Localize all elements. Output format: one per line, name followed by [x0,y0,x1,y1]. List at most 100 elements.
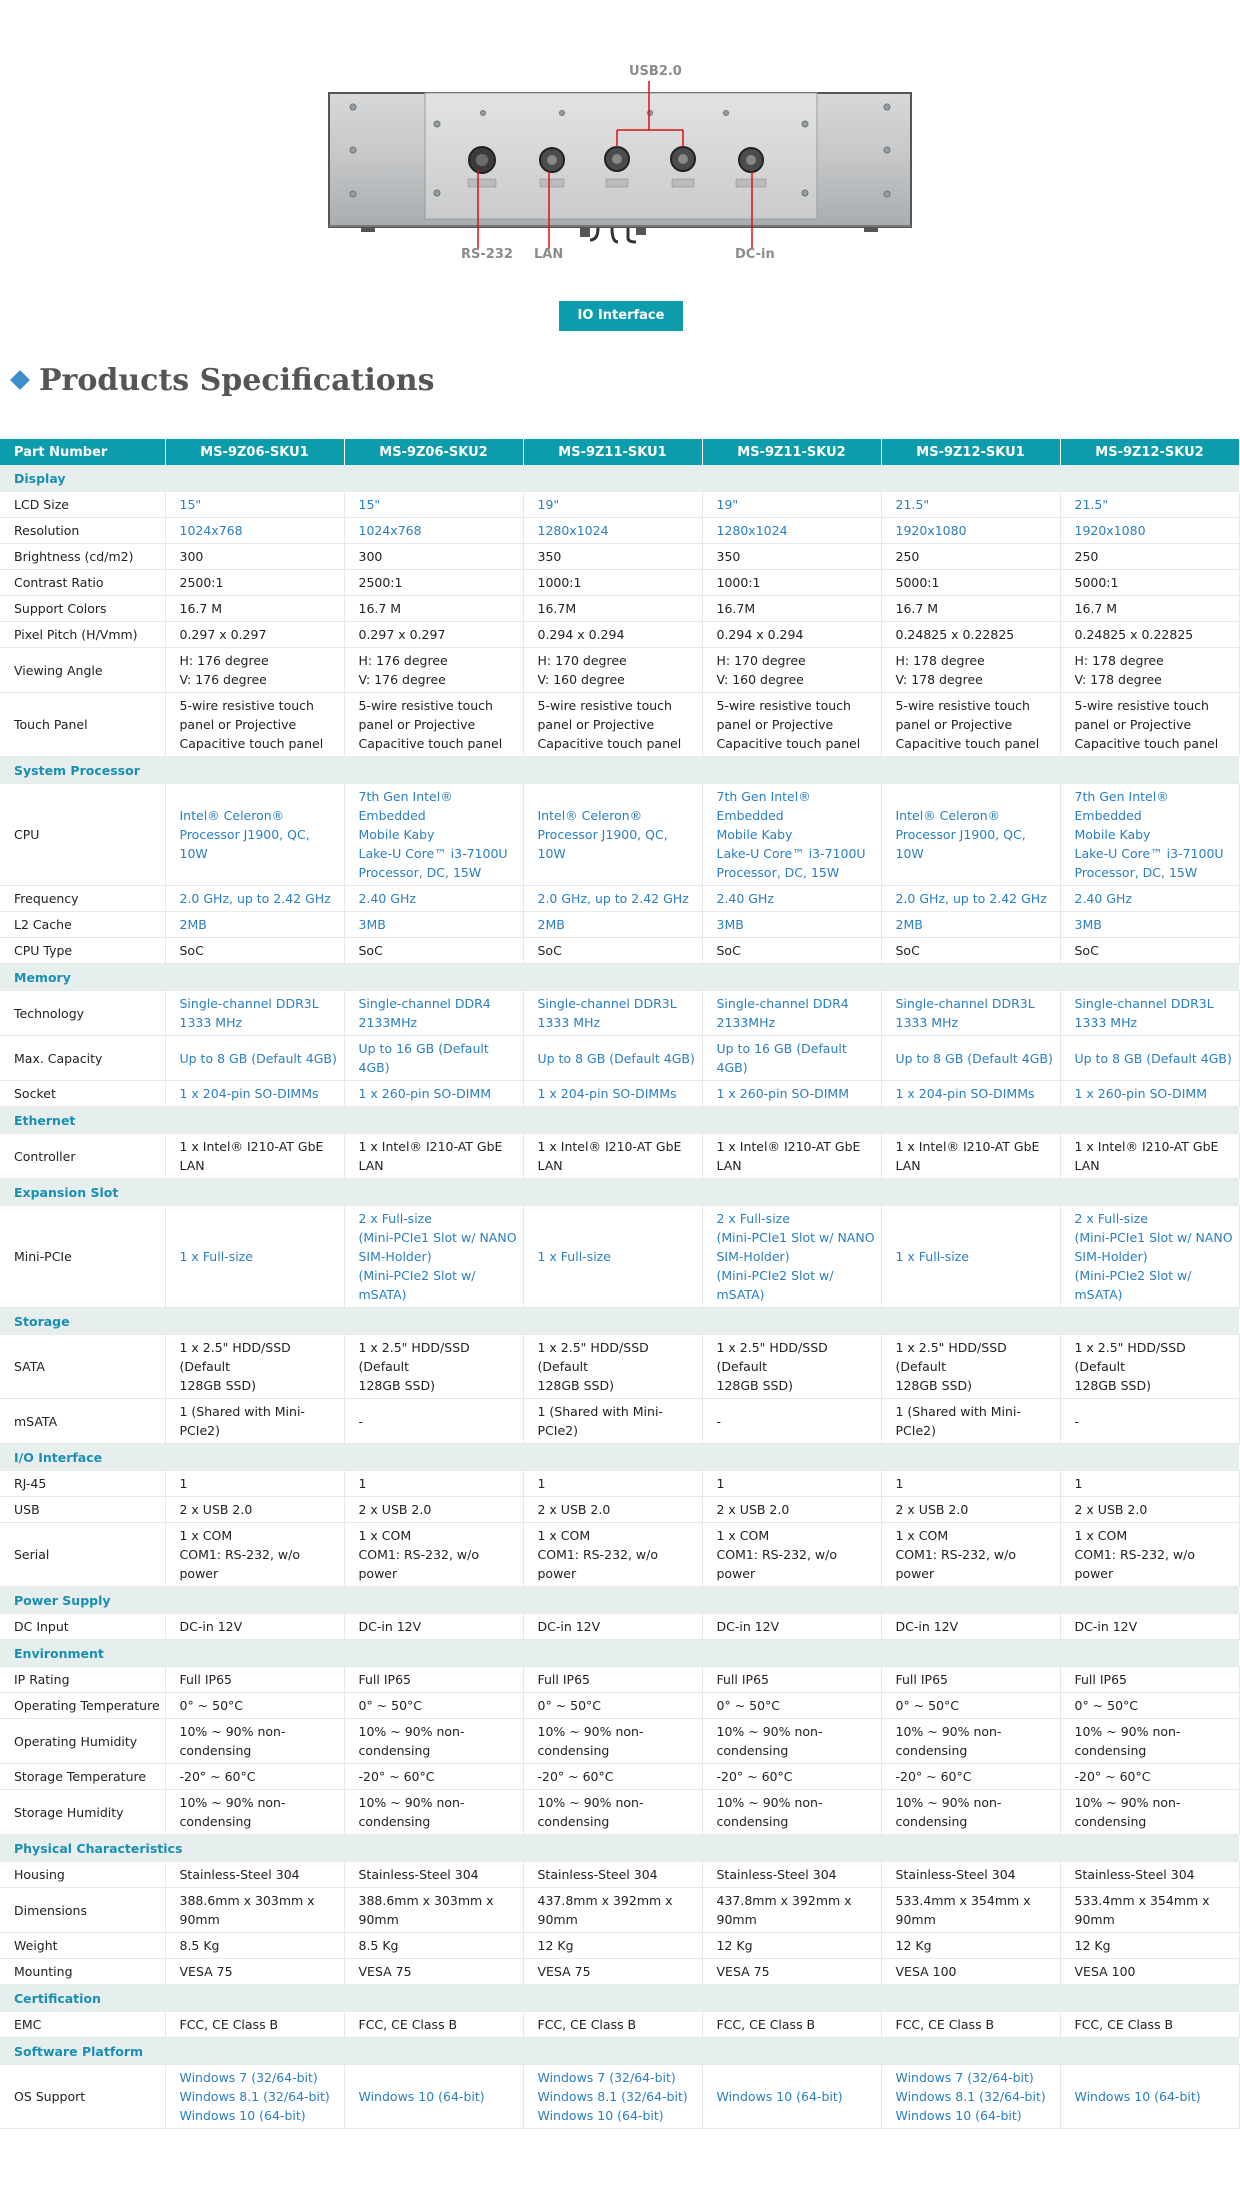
row-label: Housing [0,1861,166,1888]
table-cell: SoC [1060,937,1240,964]
table-cell: Stainless-Steel 304 [702,1861,882,1888]
table-cell: -20° ~ 60°C [881,1763,1061,1790]
table-cell: Single-channel DDR3L 1333 MHz [523,990,703,1036]
table-cell: VESA 75 [344,1958,524,1985]
table-cell: Stainless-Steel 304 [881,1861,1061,1888]
usb-callout-label: USB2.0 [629,64,682,79]
table-cell: 2 x USB 2.0 [1060,1496,1240,1523]
table-cell: 16.7 M [165,595,345,622]
row-label: SATA [0,1334,166,1399]
section-header-row: Environment [0,1639,1239,1667]
table-cell: FCC, CE Class B [702,2011,882,2038]
table-cell: 10% ~ 90% non- condensing [344,1718,524,1764]
row-label: LCD Size [0,491,166,518]
row-label: Pixel Pitch (H/Vmm) [0,621,166,648]
table-cell: 1 x Intel® I210-AT GbE LAN [881,1133,1061,1179]
table-cell: 5-wire resistive touch panel or Projecti… [881,692,1061,757]
table-row: Support Colors 16.7 M 16.7 M 16.7M 16.7M 16.7… [0,595,1240,622]
table-cell: 0.24825 x 0.22825 [881,621,1061,648]
table-cell: 2 x USB 2.0 [165,1496,345,1523]
table-cell: 1920x1080 [881,517,1061,544]
table-cell: 388.6mm x 303mm x 90mm [165,1887,345,1933]
row-label: Operating Temperature [0,1692,166,1719]
table-cell: 5000:1 [1060,569,1240,596]
table-cell: 1 x 260-pin SO-DIMM [702,1080,882,1107]
row-label: Touch Panel [0,692,166,757]
table-cell: 16.7M [523,595,703,622]
table-cell: Windows 10 (64-bit) [1060,2064,1240,2129]
table-cell: FCC, CE Class B [523,2011,703,2038]
section-header-row: Storage [0,1307,1239,1335]
cable [589,227,637,244]
table-cell: - [702,1398,882,1444]
row-label: Viewing Angle [0,647,166,693]
diamond-bullet-icon [10,370,30,390]
table-cell: 3MB [702,911,882,938]
row-label: Dimensions [0,1887,166,1933]
table-cell: 16.7 M [1060,595,1240,622]
io-interface-button[interactable]: IO Interface [559,301,683,331]
table-row: Mounting VESA 75 VESA 75 VESA 75 VESA 75 VESA… [0,1958,1240,1985]
row-label: Resolution [0,517,166,544]
table-cell: 250 [881,543,1061,570]
table-cell: 1024x768 [344,517,524,544]
table-cell: 12 Kg [523,1932,703,1959]
table-body: Display LCD Size 15" 15" 19" 19" 21.5" 21.5" Res… [0,465,1240,2129]
table-row: IP Rating Full IP65 Full IP65 Full IP65 Full… [0,1666,1240,1693]
table-row: DC Input DC-in 12V DC-in 12V DC-in 12V DC-in… [0,1613,1240,1640]
table-row: Operating Humidity 10% ~ 90% non- condens… [0,1718,1240,1764]
section-heading: Products Specifications [8,358,435,402]
section-header-row: Power Supply [0,1586,1239,1614]
table-cell: Single-channel DDR3L 1333 MHz [881,990,1061,1036]
table-cell: Windows 10 (64-bit) [344,2064,524,2129]
table-cell: 1 x 2.5" HDD/SSD (Default 128GB SSD) [165,1334,345,1399]
table-row: CPU Type SoC SoC SoC SoC SoC SoC [0,937,1240,964]
row-label: Weight [0,1932,166,1959]
table-cell: SoC [702,937,882,964]
table-cell: -20° ~ 60°C [702,1763,882,1790]
table-cell: 7th Gen Intel® Embedded Mobile Kaby Lake… [1060,783,1240,886]
table-cell: Full IP65 [881,1666,1061,1693]
table-cell: 8.5 Kg [344,1932,524,1959]
table-cell: 5-wire resistive touch panel or Projecti… [344,692,524,757]
section-header-row: Ethernet [0,1106,1239,1134]
table-cell: - [344,1398,524,1444]
table-cell: Intel® Celeron® Processor J1900, QC, 10W [523,783,703,886]
section-title: Environment [0,1639,1239,1667]
table-cell: 1 (Shared with Mini-PCIe2) [165,1398,345,1444]
header-model: MS-9Z06-SKU1 [165,439,345,465]
table-cell: 5-wire resistive touch panel or Projecti… [702,692,882,757]
section-header-row: Certification [0,1984,1239,2012]
table-row: RJ-45 1 1 1 1 1 1 [0,1470,1240,1497]
table-cell: VESA 75 [165,1958,345,1985]
table-cell: Windows 7 (32/64-bit) Windows 8.1 (32/64… [881,2064,1061,2129]
table-cell: SoC [344,937,524,964]
table-cell: 350 [702,543,882,570]
row-label: Controller [0,1133,166,1179]
table-cell: Up to 8 GB (Default 4GB) [523,1035,703,1081]
table-cell: 0° ~ 50°C [523,1692,703,1719]
table-row: L2 Cache 2MB 3MB 2MB 3MB 2MB 3MB [0,911,1240,938]
table-cell: 10% ~ 90% non- condensing [165,1718,345,1764]
table-cell: 2.0 GHz, up to 2.42 GHz [165,885,345,912]
table-cell: Single-channel DDR3L 1333 MHz [1060,990,1240,1036]
table-cell: 1 x COM COM1: RS-232, w/o power [1060,1522,1240,1587]
row-label: USB [0,1496,166,1523]
table-cell: Full IP65 [702,1666,882,1693]
table-cell: FCC, CE Class B [881,2011,1061,2038]
table-cell: 0.294 x 0.294 [523,621,703,648]
table-cell: 1280x1024 [702,517,882,544]
section-header-row: I/O Interface [0,1443,1239,1471]
table-row: USB 2 x USB 2.0 2 x USB 2.0 2 x USB 2.0 2 x … [0,1496,1240,1523]
table-cell: 15" [165,491,345,518]
page-title: Products Specifications [39,362,435,398]
table-cell: 1 x 2.5" HDD/SSD (Default 128GB SSD) [523,1334,703,1399]
table-cell: 2 x Full-size (Mini-PCIe1 Slot w/ NANO S… [702,1205,882,1308]
table-cell: 1 x Full-size [523,1205,703,1308]
table-cell: VESA 75 [702,1958,882,1985]
table-cell: 19" [523,491,703,518]
table-cell: 16.7M [702,595,882,622]
section-title: Software Platform [0,2037,1239,2065]
table-cell: 0° ~ 50°C [165,1692,345,1719]
table-cell: 15" [344,491,524,518]
